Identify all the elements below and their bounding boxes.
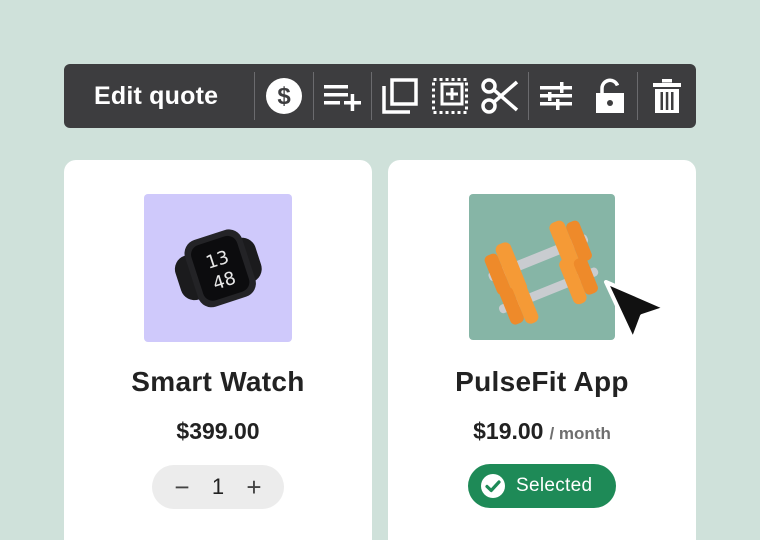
price-row: $19.00 / month — [388, 418, 696, 445]
lock-button[interactable] — [583, 64, 637, 128]
mouse-cursor-icon — [600, 278, 670, 349]
quantity-value: 1 — [211, 474, 225, 499]
adjust-button[interactable] — [529, 64, 583, 128]
selected-status-button[interactable]: Selected — [468, 464, 616, 508]
price-row: $399.00 — [64, 418, 372, 445]
price-button[interactable]: $ — [255, 64, 313, 128]
product-name: Smart Watch — [131, 366, 305, 397]
dumbbell-icon — [484, 220, 599, 325]
duplicate-button[interactable] — [372, 64, 428, 128]
increase-quantity-button[interactable]: + — [244, 474, 264, 500]
editor-toolbar: Edit quote $ — [64, 64, 696, 128]
select-add-icon — [432, 78, 468, 114]
cut-button[interactable] — [472, 64, 528, 128]
delete-button[interactable] — [638, 64, 696, 128]
delete-icon — [653, 79, 681, 113]
product-price: $19.00 — [473, 418, 544, 444]
add-line-button[interactable] — [314, 64, 371, 128]
toolbar-title: Edit quote — [94, 81, 219, 110]
cut-icon — [481, 78, 519, 114]
billing-period: / month — [549, 424, 611, 443]
add-line-icon — [323, 85, 361, 111]
product-image-dumbbells — [469, 194, 615, 340]
add-element-button[interactable] — [428, 64, 472, 128]
decrease-quantity-button[interactable]: − — [172, 474, 192, 500]
dollar-icon: $ — [266, 78, 302, 114]
product-image-watch: 13 48 — [144, 194, 292, 342]
product-card-smart-watch[interactable]: 13 48 Smart Watch $399.00 − 1 + — [64, 160, 372, 540]
product-name: PulseFit App — [455, 366, 629, 397]
adjust-icon — [540, 82, 572, 110]
product-card-pulsefit-app[interactable]: PulseFit App $19.00 / month Selected — [388, 160, 696, 540]
unlock-icon — [596, 78, 624, 113]
quantity-stepper: − 1 + — [152, 465, 284, 509]
check-circle-icon — [481, 474, 505, 498]
svg-text:$: $ — [277, 83, 291, 110]
smart-watch-icon: 13 48 — [174, 229, 262, 308]
duplicate-icon — [382, 78, 418, 114]
selected-label: Selected — [516, 475, 593, 496]
product-price: $399.00 — [176, 418, 260, 444]
